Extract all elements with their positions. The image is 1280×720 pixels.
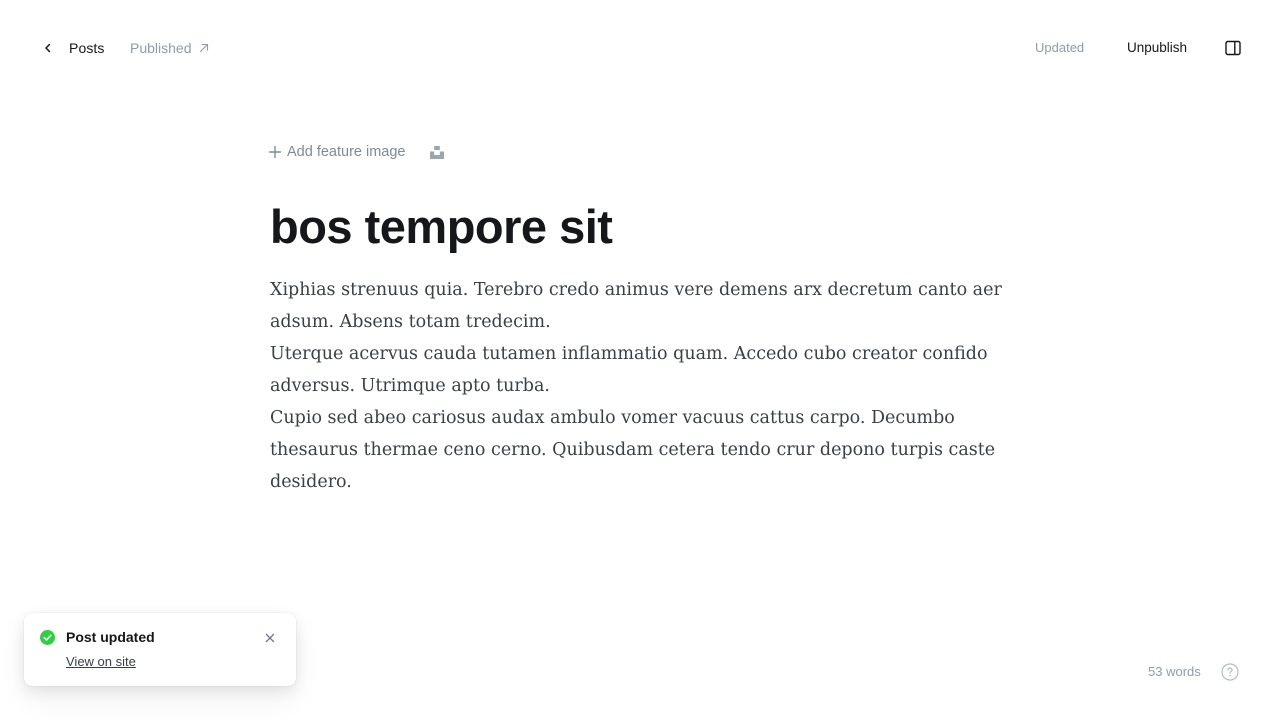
help-icon[interactable]: [1221, 663, 1239, 681]
body-paragraph: Xiphias strenuus quia. Terebro credo ani…: [270, 280, 1002, 332]
unsplash-icon[interactable]: [428, 143, 446, 161]
editor-header: Posts Published Updated Unpublish: [0, 0, 1280, 95]
add-feature-image-button[interactable]: Add feature image: [268, 144, 406, 160]
feature-image-row: Add feature image: [268, 140, 446, 164]
arrow-up-right-icon: [198, 41, 212, 55]
plus-icon: [268, 145, 282, 159]
toast-title: Post updated: [66, 629, 155, 645]
check-circle-icon: [40, 630, 55, 645]
post-status-label: Published: [130, 40, 192, 56]
post-status-link[interactable]: Published: [130, 36, 212, 60]
chevron-left-icon: [38, 38, 58, 58]
add-feature-image-label: Add feature image: [287, 144, 406, 160]
body-paragraph: Cupio sed abeo cariosus audax ambulo vom…: [270, 408, 996, 492]
view-on-site-link[interactable]: View on site: [66, 654, 136, 669]
notification-toast: Post updated View on site: [24, 613, 296, 686]
close-icon[interactable]: [262, 630, 278, 646]
post-body[interactable]: Xiphias strenuus quia. Terebro credo ani…: [270, 274, 1015, 498]
sidebar-toggle-icon[interactable]: [1223, 38, 1243, 58]
word-count: 53 words: [1148, 664, 1201, 679]
back-to-posts-link[interactable]: Posts: [38, 36, 105, 60]
back-label: Posts: [69, 40, 105, 56]
post-title[interactable]: bos tempore sit: [270, 196, 613, 258]
save-status: Updated: [1035, 40, 1085, 55]
unpublish-button[interactable]: Unpublish: [1127, 36, 1187, 60]
body-paragraph: Uterque acervus cauda tutamen inflammati…: [270, 344, 988, 396]
